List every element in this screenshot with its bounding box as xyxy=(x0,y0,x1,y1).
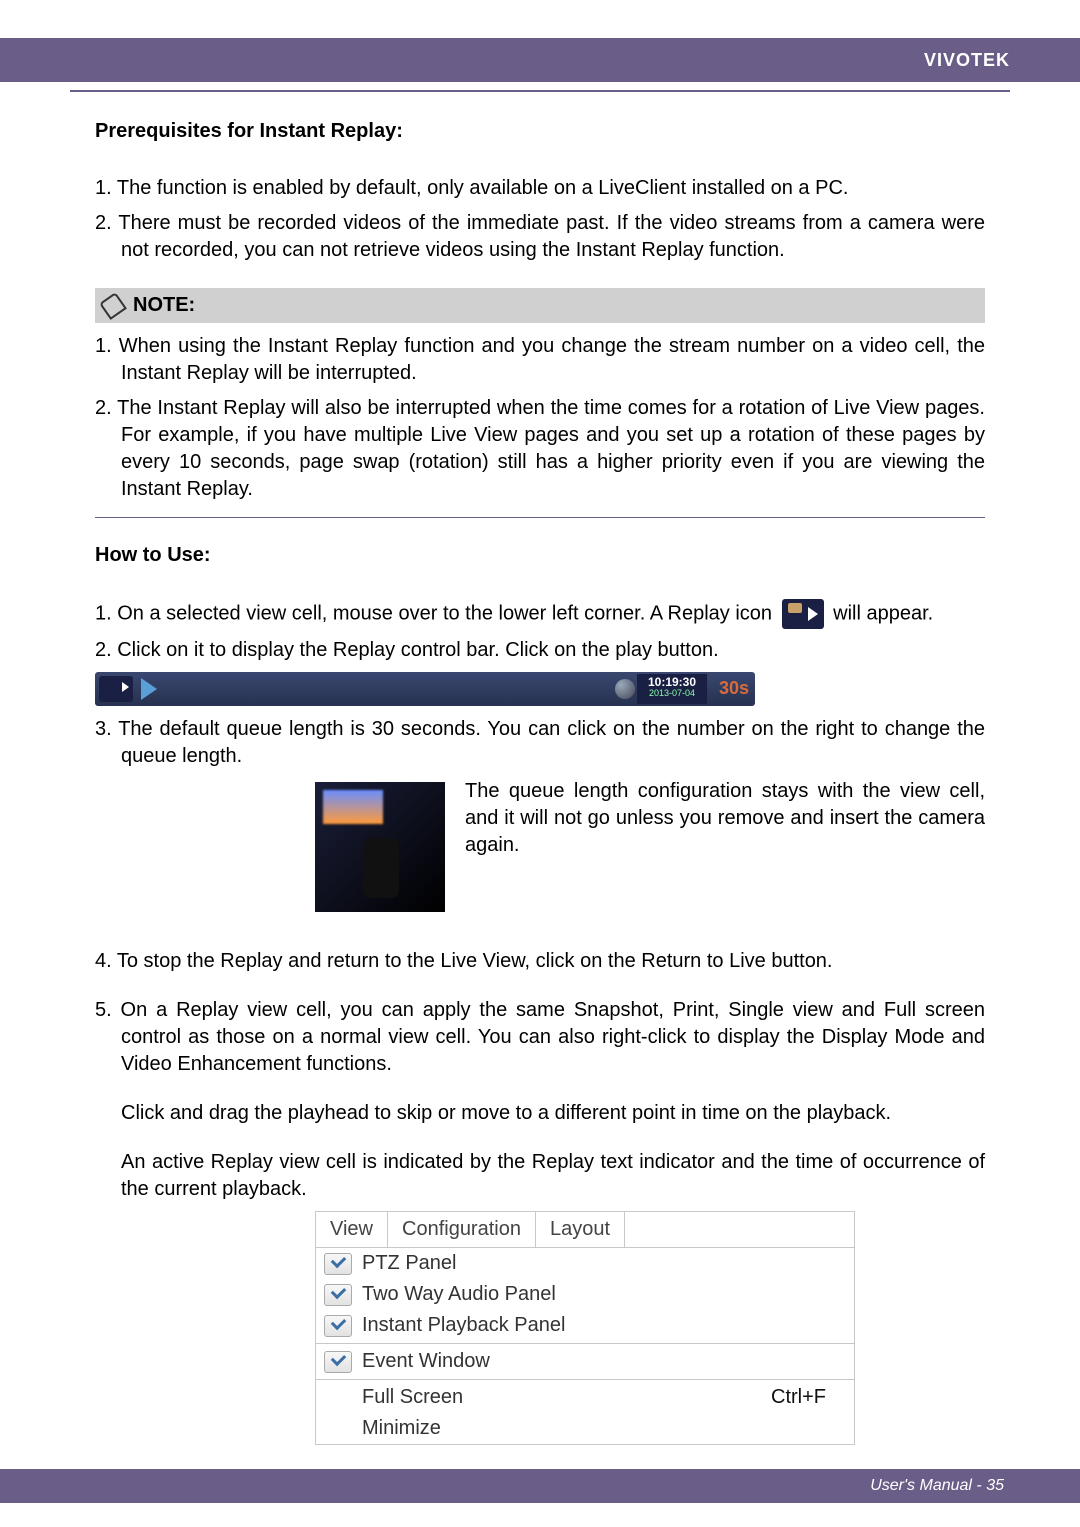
menu-divider xyxy=(316,1379,854,1380)
howto-3: 3. The default queue length is 30 second… xyxy=(95,716,985,770)
menu-item-two-way-audio[interactable]: Two Way Audio Panel xyxy=(316,1279,854,1310)
brand-label: VIVOTEK xyxy=(924,50,1010,71)
note-item-2: 2. The Instant Replay will also be inter… xyxy=(95,395,985,503)
menu-label: Instant Playback Panel xyxy=(362,1314,846,1337)
menu-label: Two Way Audio Panel xyxy=(362,1283,846,1306)
queue-desc: The queue length configuration stays wit… xyxy=(465,778,985,859)
tab-view[interactable]: View xyxy=(316,1212,387,1247)
check-icon xyxy=(324,1253,352,1275)
menu-divider xyxy=(316,1343,854,1344)
menu-item-event-window[interactable]: Event Window xyxy=(316,1346,854,1377)
menu-label: PTZ Panel xyxy=(362,1252,846,1275)
menu-tabs: View Configuration Layout xyxy=(316,1212,854,1248)
menu-label: Full Screen xyxy=(362,1386,771,1409)
replay-icon xyxy=(782,599,824,629)
prereq-item-2: 2. There must be recorded videos of the … xyxy=(95,210,985,264)
replay-control-bar: 10:19:30 2013-07-04 30s xyxy=(95,672,755,706)
menu-item-full-screen[interactable]: Full Screen Ctrl+F xyxy=(316,1382,854,1413)
note-label: NOTE: xyxy=(133,294,195,317)
check-icon xyxy=(324,1284,352,1306)
tab-configuration[interactable]: Configuration xyxy=(388,1212,535,1247)
check-icon xyxy=(324,1315,352,1337)
page-footer: User's Manual - 35 xyxy=(864,1475,1010,1497)
pencil-icon xyxy=(99,292,127,320)
queue-length-button[interactable]: 30s xyxy=(719,678,749,699)
howto-1-post: will appear. xyxy=(833,602,933,624)
howto-1: 1. On a selected view cell, mouse over t… xyxy=(95,599,985,629)
section-divider xyxy=(95,517,985,518)
menu-label: Event Window xyxy=(362,1350,846,1373)
note-item-1: 1. When using the Instant Replay functio… xyxy=(95,333,985,387)
playhead-desc: Click and drag the playhead to skip or m… xyxy=(95,1100,985,1127)
menu-item-ptz-panel[interactable]: PTZ Panel xyxy=(316,1248,854,1279)
howto-title: How to Use: xyxy=(95,544,985,567)
header-rule xyxy=(70,90,1010,92)
active-replay-desc: An active Replay view cell is indicated … xyxy=(95,1149,985,1203)
howto-2: 2. Click on it to display the Replay con… xyxy=(95,637,985,664)
view-menu-screenshot: View Configuration Layout PTZ Panel Two … xyxy=(315,1211,855,1445)
menu-item-instant-playback[interactable]: Instant Playback Panel xyxy=(316,1310,854,1341)
menu-label: Minimize xyxy=(362,1417,846,1440)
play-button[interactable] xyxy=(141,678,157,700)
content: Prerequisites for Instant Replay: 1. The… xyxy=(95,120,985,1445)
header-bar xyxy=(0,38,1080,82)
playhead-knob[interactable] xyxy=(615,679,635,699)
prereq-title: Prerequisites for Instant Replay: xyxy=(95,120,985,143)
howto-5: 5. On a Replay view cell, you can apply … xyxy=(95,997,985,1078)
date-value: 2013-07-04 xyxy=(637,689,707,699)
note-bar: NOTE: xyxy=(95,288,985,323)
howto-4: 4. To stop the Replay and return to the … xyxy=(95,948,985,975)
tab-layout[interactable]: Layout xyxy=(536,1212,624,1247)
thumbnail-image xyxy=(315,782,445,912)
howto-1-pre: 1. On a selected view cell, mouse over t… xyxy=(95,602,778,624)
time-indicator: 10:19:30 2013-07-04 xyxy=(637,674,707,704)
check-icon xyxy=(324,1351,352,1373)
menu-item-minimize[interactable]: Minimize xyxy=(316,1413,854,1444)
return-to-live-button[interactable] xyxy=(99,676,133,702)
prereq-item-1: 1. The function is enabled by default, o… xyxy=(95,175,985,202)
menu-accel: Ctrl+F xyxy=(771,1386,826,1409)
